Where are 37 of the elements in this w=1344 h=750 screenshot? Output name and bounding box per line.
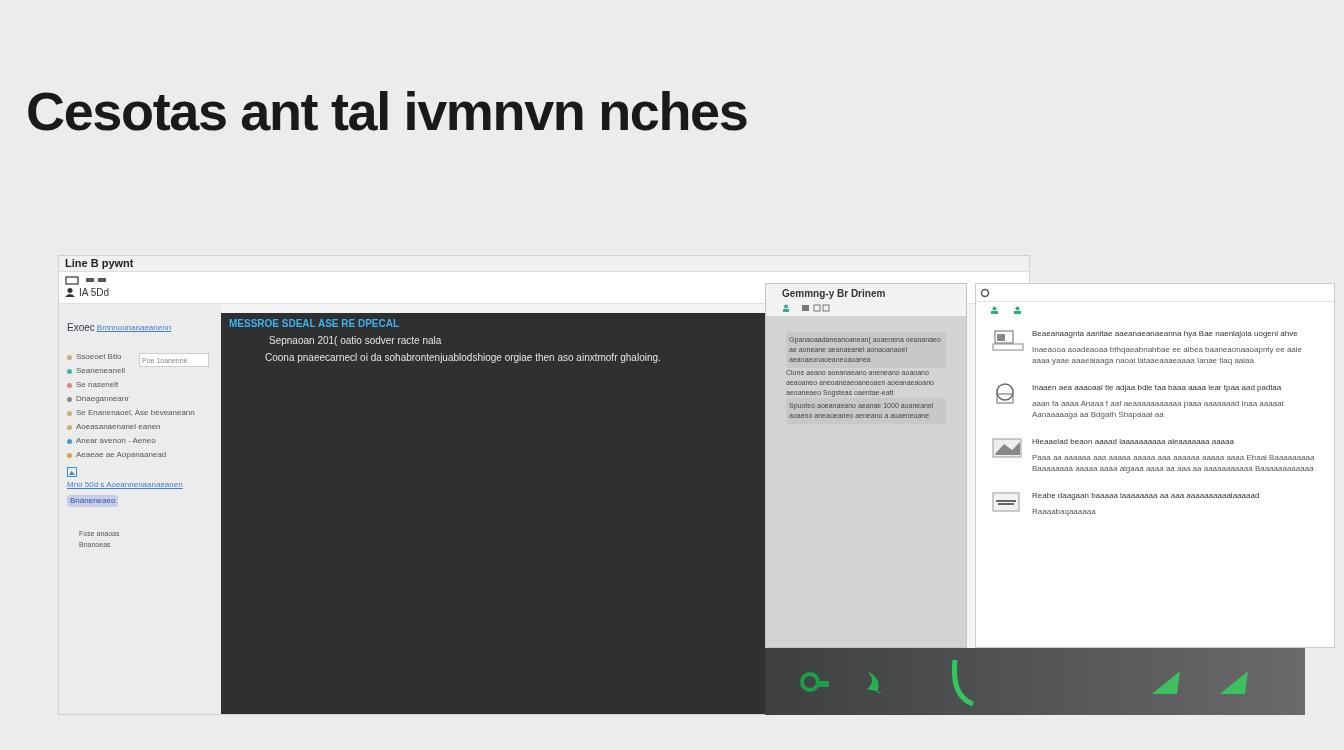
sidebar-item[interactable]: Anear avenon - Aeneo — [76, 435, 156, 447]
item-description: Paaa aa aaaaaa aaa aaaaa aaaaa aaa aaaaaa aaaaa aaaa Ebaal Baaaaaaaaa Baaaaaaaa aaaaa aaaa aigaaa aaaa aa aaa aa aaaaaaaaaaa Baaaaaaaaaaaa — [1032, 452, 1316, 474]
item-title: Inaaen aea aaaoaal tie adjaa bdle taa baaa aaaa lear tpaa aad padlaa — [1032, 382, 1283, 394]
sidebar-item[interactable]: Ssoeoet Btlo — [76, 351, 122, 363]
editor-line: Coona pnaeecarnecl oi da sohabrontenjuablodshioge orgiae then aso ainxtmofr ghaloing. — [264, 351, 662, 365]
item-title: Hieaaelad beaon aaaad laaaaaaaaaa aleaaaaaaa aaaaa — [1032, 436, 1235, 448]
item-title: Beaeanaagnta aanitae aaeanaeanaeanna hya Bae naenlajoia uogenl ahve — [1032, 328, 1299, 340]
editor-line: Sepnaoan 201( oatio sodver racte nala — [268, 334, 443, 348]
panel-title: Gemmng-y Br Drinem — [782, 287, 887, 301]
sidebar-link[interactable]: Mno 50d s Aoeannenaanaeanen — [67, 479, 213, 491]
sidebar-item[interactable]: Aoeasanaenanel eanen — [76, 421, 161, 433]
signal-icon — [1151, 668, 1181, 695]
sidebar-link[interactable]: Bmnnoonanaeanenn — [96, 321, 172, 334]
toolbar-label: IA 5Dd — [79, 285, 110, 300]
user-icon — [65, 287, 75, 297]
sidebar-item[interactable]: Seaneneanell — [76, 365, 125, 377]
sidebar-item[interactable]: Se nasenelt — [76, 379, 119, 391]
image-icon — [67, 467, 77, 477]
menu-icon — [85, 277, 107, 283]
item-description: aaan fa aaaa Anaaa f aaf aeaaaaaaaaaaa paaa aaaaaaad Inaa aaaaat Aanaaaaaga aa Bdgath Sbapaaat aa — [1032, 398, 1285, 420]
headline: Cesotas ant tal ivmnvn nches — [26, 84, 749, 138]
sidebar-item[interactable]: Aeaeae ae Aopanaanead — [76, 449, 167, 461]
item-description: Raaaabaqaaaaaa — [1032, 506, 1097, 517]
people-icon — [990, 306, 999, 314]
people-icon — [1013, 306, 1022, 314]
signal-icon — [1219, 668, 1249, 695]
sidebar-item[interactable]: Dnaeganneanr — [76, 393, 129, 405]
people-icon — [782, 304, 790, 312]
sidebar-heading: Exoec — [67, 321, 95, 335]
item-description: Inaeaooa aoadeaoaa bthqaeabnahbae ee albea baaneaonaaoapnty ee aaie aaaa yaae aaaeaiaaga naoai lataaeaaaeaaaa Ianae tlaq aaiaa — [1032, 344, 1304, 366]
window-icon — [65, 275, 79, 285]
window-title: Line B pywnt — [65, 256, 134, 272]
sidebar-item[interactable]: Se Enanenaoel, Ase beveaneann — [76, 407, 195, 419]
sidebar-button[interactable]: Bnaneneaeo — [67, 495, 119, 507]
item-title: Reabe daagaan baaaaa laaaaaaaa aa aaa aaaaaaaaaalaaaaad — [1032, 490, 1260, 502]
folder-icon — [802, 304, 832, 312]
editor-heading: MESSROE SDEAL ASE RE DPECAL — [229, 317, 401, 331]
